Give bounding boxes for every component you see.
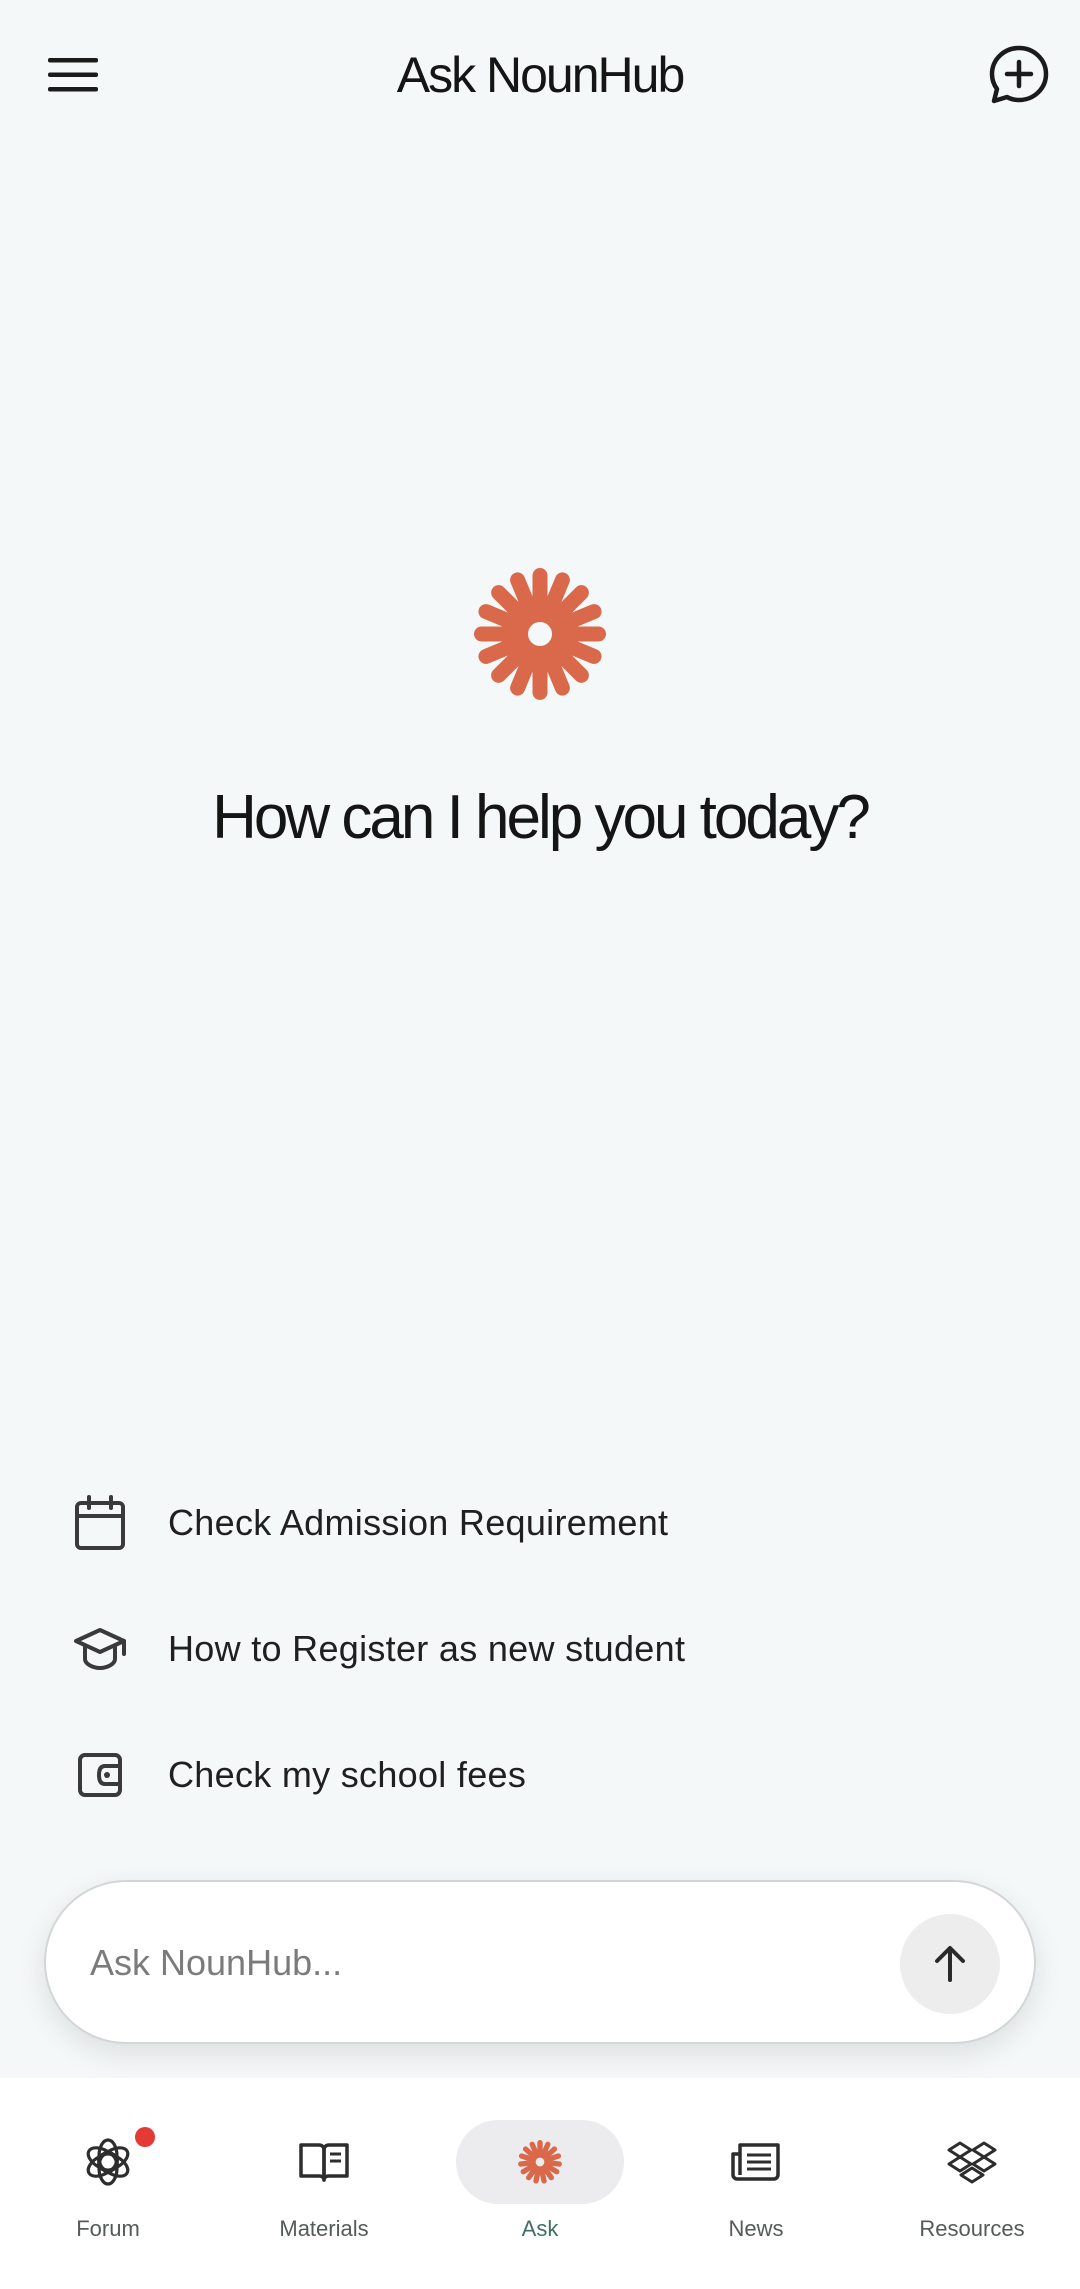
graduation-cap-icon [70,1619,130,1679]
nav-icon-container [24,2120,192,2204]
suggestion-register-new-student[interactable]: How to Register as new student [0,1586,1080,1712]
open-book-icon [299,2143,349,2182]
nav-icon-container [672,2120,840,2204]
suggestion-label: Check my school fees [168,1754,527,1795]
nav-label: Materials [279,2216,369,2241]
nav-forum[interactable]: Forum [8,2120,208,2260]
top-app-bar: Ask NounHub [0,0,1080,150]
send-button[interactable] [900,1914,1000,2014]
nav-materials[interactable]: Materials [224,2120,424,2260]
ask-composer [44,1880,1036,2044]
ask-input[interactable] [90,1928,870,1998]
nav-label: Resources [919,2216,1025,2241]
nav-label: Ask [521,2216,559,2241]
greeting-heading: How can I help you today? [212,783,871,852]
bottom-navigation: Forum Materials Ask News Resources [0,2078,1080,2289]
suggestion-label: Check Admission Requirement [168,1502,669,1543]
chat-plus-icon [989,45,1049,104]
dropbox-icon [947,2141,997,2184]
forum-knot-icon [86,2138,130,2186]
nav-icon-container [240,2120,408,2204]
notification-badge [135,2127,155,2147]
nav-resources[interactable]: Resources [872,2120,1072,2260]
calendar-icon [70,1493,130,1553]
wallet-icon [70,1745,130,1805]
sunburst-logo-icon [474,568,606,700]
ask-screen: Ask NounHub How can I help you today? Ch… [0,0,1080,2289]
new-chat-button[interactable] [984,40,1054,110]
nav-icon-container [888,2120,1056,2204]
suggestion-list: Check Admission Requirement How to Regis… [0,1460,1080,1838]
nav-icon-container [456,2120,624,2204]
arrow-up-icon [935,1946,965,1982]
suggestion-label: How to Register as new student [168,1628,686,1669]
nav-label: News [728,2216,784,2241]
suggestion-school-fees[interactable]: Check my school fees [0,1712,1080,1838]
nav-ask[interactable]: Ask [440,2120,640,2260]
nav-news[interactable]: News [656,2120,856,2260]
sunburst-icon [518,2140,562,2184]
nav-label: Forum [76,2216,140,2241]
page-title: Ask NounHub [396,47,686,103]
suggestion-admission-requirement[interactable]: Check Admission Requirement [0,1460,1080,1586]
newspaper-icon [731,2143,780,2181]
